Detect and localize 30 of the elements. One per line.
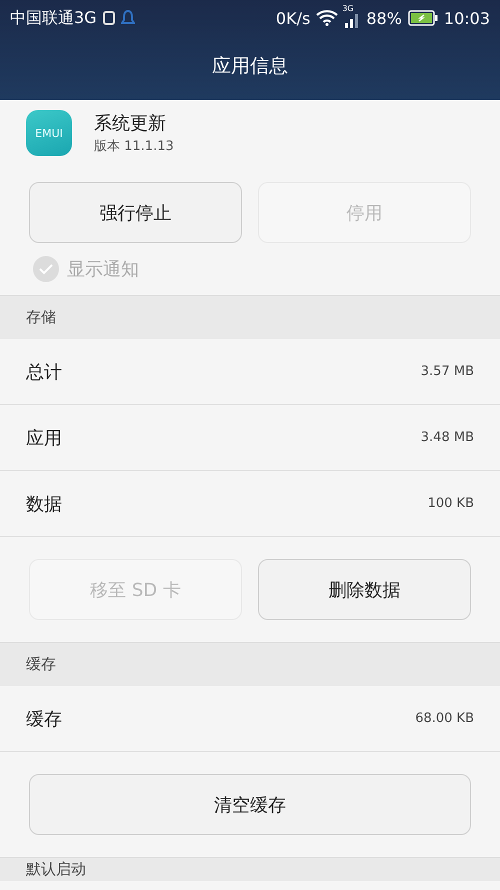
sim-icon [102,11,115,25]
checkbox-label: 显示通知 [67,258,139,281]
action-button[interactable]: 强行停止 [29,182,242,243]
row-label: 数据 [26,492,62,516]
row-label: 总计 [26,360,62,384]
app-icon: EMUI [26,110,72,156]
signal-icon [344,12,360,28]
section-title: 存储 [26,308,56,327]
network-type: 3G [342,4,354,13]
screen-title: 应用信息 [211,54,289,79]
carrier-label: 中国联通3G [10,8,97,28]
row-label: 缓存 [26,708,62,730]
clock: 10:03 [444,8,490,28]
row-value: 100 KB [428,496,474,511]
battery-percent: 88% [366,8,402,28]
app-name: 系统更新 [94,112,167,135]
row-label: 应用 [26,426,62,450]
section-title: 缓存 [26,655,56,674]
checkmark-icon [39,263,53,275]
notification-icon [120,10,135,26]
action-button[interactable]: 删除数据 [258,559,471,620]
network-speed: 0K/s [276,8,310,28]
row-value: 68.00 KB [415,711,474,726]
action-button[interactable]: 清空缓存 [29,774,471,835]
wifi-icon [316,10,338,26]
row-value: 3.48 MB [420,430,474,445]
app-version: 版本 11.1.13 [94,138,174,155]
battery-icon [408,10,438,26]
row-value: 3.57 MB [420,364,474,379]
section-title: 默认启动 [26,860,86,879]
